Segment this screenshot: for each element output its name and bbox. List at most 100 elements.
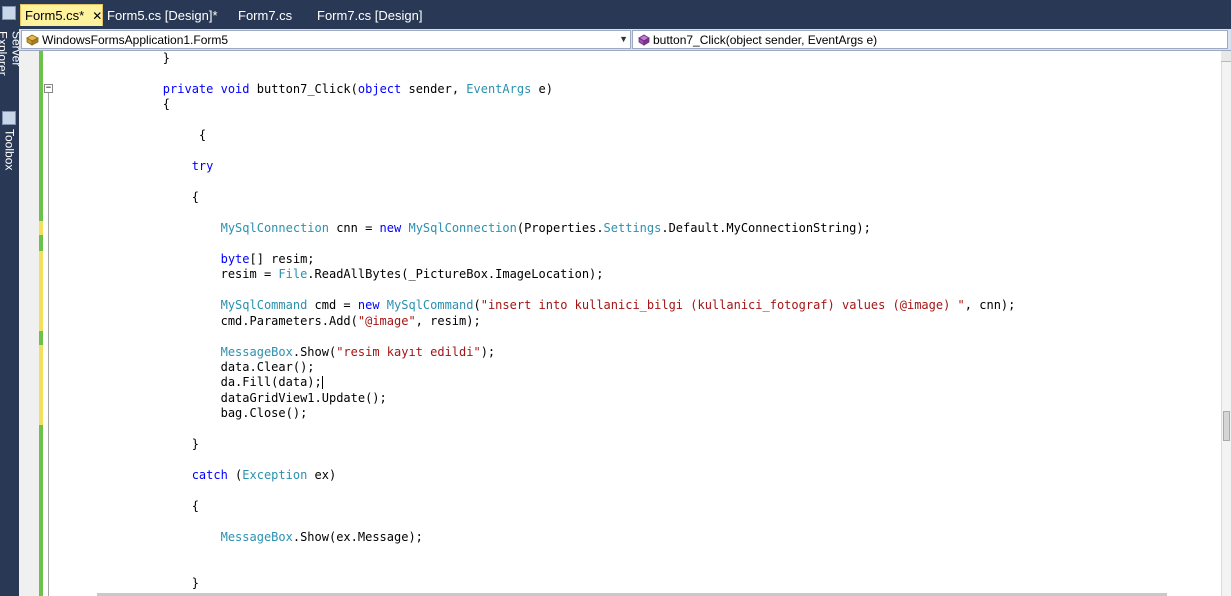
vertical-scrollbar[interactable] [1221, 51, 1231, 596]
change-bar-saved [39, 331, 43, 345]
document-tab-strip: Form5.cs* ✕ Form5.cs [Design]* Form7.cs … [0, 0, 1231, 29]
toolbox-tab[interactable]: Toolbox [0, 129, 19, 179]
code-line: dataGridView1.Update(); [105, 391, 387, 406]
code-line: da.Fill(data); [105, 375, 323, 390]
code-token: bag.Close(); [220, 406, 308, 421]
type-token: MessageBox [220, 344, 293, 359]
method-icon [637, 34, 650, 46]
code-line: MySqlCommand cmd = new MySqlCommand("ins… [105, 298, 1016, 313]
type-dropdown-value: WindowsFormsApplication1.Form5 [42, 32, 229, 47]
code-token: [] resim; [249, 251, 315, 266]
code-token: ( [473, 298, 481, 313]
string-token: "resim kayıt edildi" [336, 344, 481, 359]
keyword-token: object [357, 81, 402, 96]
collapse-minus-icon[interactable]: − [44, 84, 53, 93]
type-token: Settings [603, 220, 662, 235]
class-icon [26, 34, 39, 46]
code-line: MessageBox.Show("resim kayıt edildi"); [105, 344, 496, 360]
type-token: MySqlCommand [220, 298, 308, 313]
type-token: File [278, 267, 308, 282]
type-token: MySqlConnection [408, 220, 517, 235]
code-token: } [191, 576, 199, 591]
code-token: } [191, 437, 199, 452]
code-line: { [105, 190, 199, 205]
change-bar-saved [39, 235, 43, 251]
tool-window-strip: Server Explorer Toolbox [0, 6, 24, 596]
keyword-token: new [379, 220, 402, 235]
type-token: MySqlCommand [386, 298, 474, 313]
change-bar-saved [39, 425, 43, 596]
editor-margin [19, 51, 41, 596]
tab-form5-design[interactable]: Form5.cs [Design]* [103, 4, 228, 26]
code-token: da.Fill(data); [220, 375, 322, 390]
change-bar-unsaved [39, 345, 43, 425]
close-icon[interactable]: ✕ [92, 9, 102, 23]
tab-label: Form7.cs [Design] [317, 7, 423, 23]
code-line: private void button7_Click(object sender… [105, 82, 553, 97]
scrollbar-thumb[interactable] [1223, 411, 1230, 441]
string-token: "insert into kullanici_bilgi (kullanici_… [480, 298, 965, 313]
toolbox-icon[interactable] [2, 111, 16, 125]
keyword-token: new [357, 298, 380, 313]
keyword-token: catch [191, 468, 228, 483]
code-line: } [105, 437, 199, 452]
splitter-handle[interactable] [1221, 51, 1231, 62]
tab-form7-cs[interactable]: Form7.cs [234, 4, 304, 26]
code-token: ex) [307, 468, 337, 483]
change-bar-saved [39, 51, 43, 221]
keyword-token: private [162, 81, 214, 96]
code-token: .ReadAllBytes(_PictureBox.ImageLocation)… [307, 267, 604, 282]
tab-label: Form5.cs [Design]* [107, 7, 218, 23]
member-dropdown[interactable]: button7_Click(object sender, EventArgs e… [632, 30, 1228, 49]
text-caret [321, 376, 323, 390]
code-line: cmd.Parameters.Add("@image", resim); [105, 314, 481, 329]
change-bar-unsaved [39, 251, 43, 331]
code-line: { [105, 128, 206, 143]
server-explorer-icon[interactable] [2, 6, 16, 20]
code-line: MessageBox.Show(ex.Message); [105, 530, 423, 545]
type-token: EventArgs [466, 81, 532, 96]
navigation-bar: WindowsFormsApplication1.Form5 ▼ button7… [19, 29, 1231, 51]
code-token: .Show(ex.Message); [292, 529, 423, 544]
keyword-token: try [191, 159, 214, 174]
code-token: cnn = [328, 220, 380, 235]
code-line: } [105, 576, 199, 591]
change-bar-unsaved [39, 221, 43, 235]
type-dropdown[interactable]: WindowsFormsApplication1.Form5 ▼ [21, 30, 631, 49]
tab-form7-design[interactable]: Form7.cs [Design] [313, 4, 423, 26]
code-line: byte[] resim; [105, 252, 315, 267]
tab-form5-cs[interactable]: Form5.cs* ✕ [20, 4, 103, 26]
code-token: , resim); [415, 313, 481, 328]
code-line: data.Clear(); [105, 360, 315, 375]
chevron-down-icon[interactable]: ▼ [619, 34, 628, 44]
code-token: data.Clear(); [220, 360, 315, 374]
code-line: catch (Exception ex) [105, 468, 337, 483]
server-explorer-tab[interactable]: Server Explorer [0, 31, 24, 107]
code-token: e) [531, 81, 553, 96]
member-dropdown-value: button7_Click(object sender, EventArgs e… [653, 32, 878, 47]
code-line: try [105, 159, 214, 174]
code-token: ( [227, 468, 243, 483]
type-token: MessageBox [220, 529, 293, 544]
code-line: bag.Close(); [105, 406, 308, 421]
code-line: { [105, 97, 170, 112]
keyword-token: byte [220, 251, 250, 266]
code-editor[interactable]: − } private void button7_Click(object se… [19, 51, 1231, 596]
code-line: resim = File.ReadAllBytes(_PictureBox.Im… [105, 267, 604, 282]
